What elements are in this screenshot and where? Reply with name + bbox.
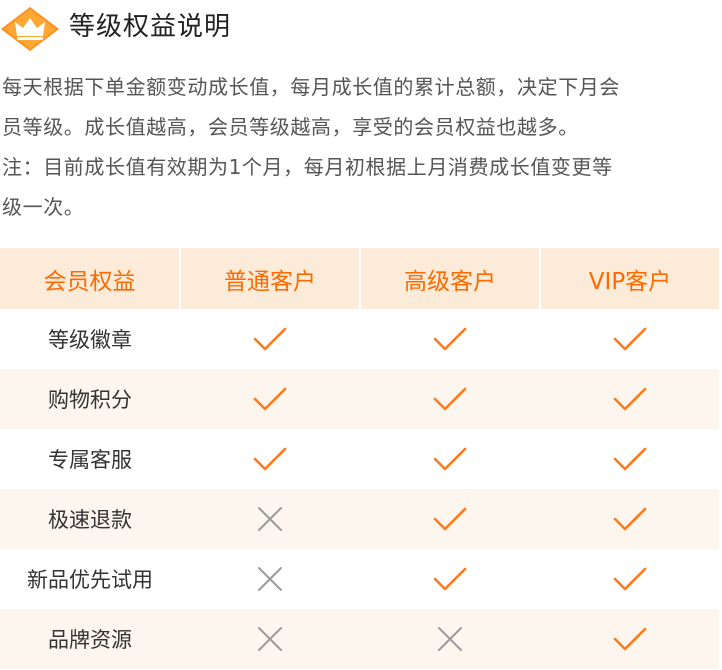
benefit-cell-regular (180, 549, 360, 609)
column-header-regular: 普通客户 (179, 248, 360, 309)
benefit-cell-regular (180, 609, 360, 669)
check-icon (613, 447, 646, 471)
check-icon (433, 507, 467, 531)
description: 每天根据下单金额变动成长值，每月成长值的累计总额，决定下月会 员等级。成长值越高… (2, 67, 722, 227)
benefit-cell-vip (540, 609, 719, 669)
table-row: 新品优先试用 (0, 549, 719, 609)
check-icon (613, 567, 646, 591)
benefit-cell-advanced (360, 549, 540, 609)
benefit-cell-regular (180, 429, 360, 489)
table-header-row: 会员权益 普通客户 高级客户 VIP客户 (0, 248, 719, 309)
table-row: 专属客服 (0, 429, 719, 489)
check-icon (433, 447, 467, 471)
benefit-cell-advanced (360, 489, 540, 549)
benefits-table: 会员权益 普通客户 高级客户 VIP客户 等级徽章 购物积分 专属客服 极速退款 新品优… (0, 248, 719, 669)
benefit-cell-vip (540, 429, 719, 489)
check-icon (433, 387, 467, 411)
check-icon (613, 507, 646, 531)
benefit-cell-advanced (360, 609, 540, 669)
check-icon (613, 387, 646, 411)
benefit-cell-advanced (360, 309, 540, 369)
benefit-cell-vip (540, 489, 719, 549)
column-header-vip: VIP客户 (539, 248, 719, 309)
table-row: 品牌资源 (0, 609, 719, 669)
description-line: 每天根据下单金额变动成长值，每月成长值的累计总额，决定下月会 (2, 75, 620, 99)
benefit-name: 专属客服 (0, 429, 180, 489)
cross-icon (258, 627, 282, 651)
check-icon (433, 327, 467, 351)
description-line: 级一次。 (2, 195, 85, 219)
table-body: 等级徽章 购物积分 专属客服 极速退款 新品优先试用 品牌资源 (0, 309, 719, 669)
check-icon (253, 387, 287, 411)
cross-icon (258, 507, 282, 531)
benefit-name: 新品优先试用 (0, 549, 180, 609)
benefit-cell-advanced (360, 369, 540, 429)
benefit-cell-vip (540, 549, 719, 609)
benefit-name: 购物积分 (0, 369, 180, 429)
benefit-cell-vip (540, 369, 719, 429)
benefit-cell-regular (180, 309, 360, 369)
benefit-cell-advanced (360, 429, 540, 489)
table-row: 等级徽章 (0, 309, 719, 369)
page-title: 等级权益说明 (69, 12, 232, 42)
benefit-name: 品牌资源 (0, 609, 180, 669)
cross-icon (258, 567, 282, 591)
check-icon (253, 447, 287, 471)
description-line: 注：目前成长值有效期为1个月，每月初根据上月消费成长值变更等 (2, 155, 613, 179)
table-row: 购物积分 (0, 369, 719, 429)
check-icon (613, 327, 646, 351)
cross-icon (438, 627, 462, 651)
column-header-benefit: 会员权益 (0, 248, 180, 309)
benefit-name: 极速退款 (0, 489, 180, 549)
benefit-cell-regular (180, 369, 360, 429)
page-header: 等级权益说明 (0, 0, 722, 58)
benefit-cell-regular (180, 489, 360, 549)
benefit-name: 等级徽章 (0, 309, 180, 369)
benefit-cell-vip (540, 309, 719, 369)
table-row: 极速退款 (0, 489, 719, 549)
check-icon (613, 627, 646, 651)
crown-icon (1, 7, 59, 51)
check-icon (433, 567, 467, 591)
column-header-advanced: 高级客户 (359, 248, 540, 309)
description-line: 员等级。成长值越高，会员等级越高，享受的会员权益也越多。 (2, 115, 579, 139)
check-icon (253, 327, 287, 351)
